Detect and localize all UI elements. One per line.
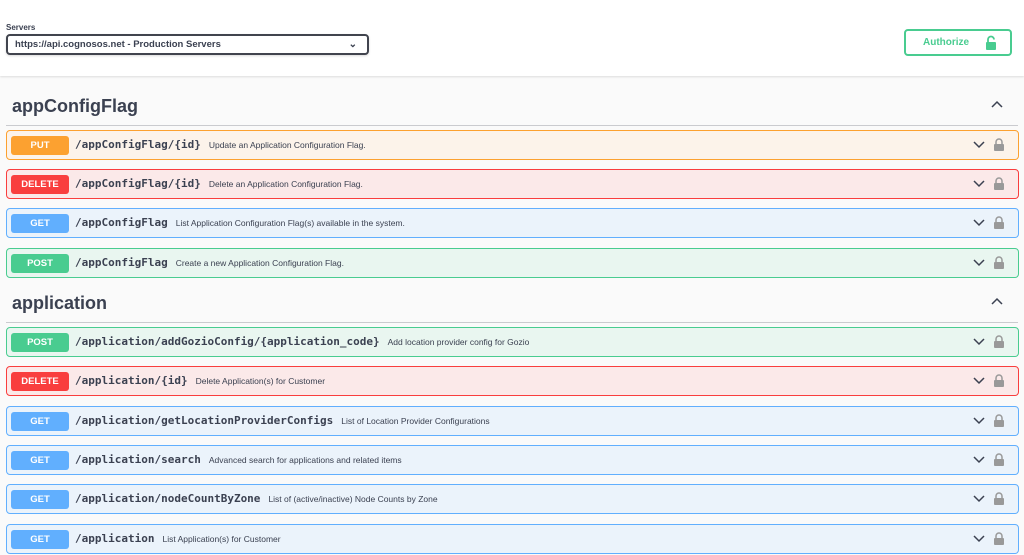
servers-label: Servers [6, 23, 36, 32]
operation-summary: List of Location Provider Configurations [341, 416, 490, 426]
method-badge: DELETE [11, 372, 69, 391]
lock-icon[interactable] [993, 335, 1005, 349]
method-badge: GET [11, 214, 69, 233]
lock-icon[interactable] [993, 414, 1005, 428]
operation-summary: Delete an Application Configuration Flag… [208, 179, 363, 189]
chevron-down-icon[interactable] [972, 218, 986, 228]
chevron-down-icon[interactable] [972, 534, 986, 544]
operation-delete-appconfigflag-id[interactable]: DELETE /appConfigFlag/{id} Delete an Appl… [6, 169, 1019, 199]
tag-title: application [12, 293, 108, 313]
chevron-down-icon: ⌄ [348, 39, 357, 50]
lock-icon[interactable] [993, 374, 1005, 388]
operation-path: /appConfigFlag/{id} Update an Application… [75, 138, 366, 151]
server-select[interactable]: https://api.cognosos.net - Production Se… [6, 34, 369, 55]
operation-path: /application/getLocationProviderConfigs L… [75, 414, 490, 427]
tag-appconfigflag[interactable]: appConfigFlag [6, 92, 1018, 126]
servers-bar: Servers https://api.cognosos.net - Produ… [0, 0, 1024, 76]
operation-path: /application/nodeCountByZone List of (act… [75, 492, 438, 505]
operation-post-addgozioconfig[interactable]: POST /application/addGozioConfig/{applic… [6, 327, 1019, 357]
lock-icon[interactable] [993, 256, 1005, 270]
chevron-down-icon[interactable] [972, 258, 986, 268]
operation-summary: Delete Application(s) for Customer [195, 376, 326, 386]
operation-get-appconfigflag[interactable]: GET /appConfigFlag List Application Confi… [6, 208, 1019, 238]
operation-get-application[interactable]: GET /application List Application(s) for … [6, 524, 1019, 554]
operation-summary: Advanced search for applications and rel… [208, 455, 402, 465]
chevron-down-icon[interactable] [972, 140, 986, 150]
unlock-icon [986, 35, 996, 50]
tag-title: appConfigFlag [12, 96, 138, 116]
chevron-down-icon[interactable] [972, 494, 986, 504]
method-badge: POST [11, 333, 69, 352]
operation-get-locationproviderconfigs[interactable]: GET /application/getLocationProviderConf… [6, 406, 1019, 436]
operation-summary: Create a new Application Configuration F… [175, 258, 344, 268]
method-badge: GET [11, 451, 69, 470]
method-badge: DELETE [11, 175, 69, 194]
lock-icon[interactable] [993, 216, 1005, 230]
method-badge: POST [11, 254, 69, 273]
operation-delete-application-id[interactable]: DELETE /application/{id} Delete Applicati… [6, 366, 1019, 396]
tag-application[interactable]: application [6, 289, 1018, 323]
method-badge: GET [11, 490, 69, 509]
chevron-down-icon[interactable] [972, 455, 986, 465]
operation-summary: List Application(s) for Customer [162, 534, 281, 544]
lock-icon[interactable] [993, 138, 1005, 152]
operation-get-nodecountbyzone[interactable]: GET /application/nodeCountByZone List of … [6, 484, 1019, 514]
method-badge: GET [11, 530, 69, 549]
operation-path: /appConfigFlag List Application Configura… [75, 216, 405, 229]
chevron-down-icon[interactable] [972, 376, 986, 386]
operation-path: /application/{id} Delete Application(s) f… [75, 374, 326, 387]
chevron-down-icon[interactable] [972, 337, 986, 347]
operation-summary: List Application Configuration Flag(s) a… [175, 218, 405, 228]
operation-summary: List of (active/inactive) Node Counts by… [268, 494, 438, 504]
lock-icon[interactable] [993, 532, 1005, 546]
authorize-button[interactable]: Authorize [904, 29, 1012, 56]
chevron-up-icon[interactable] [990, 296, 1004, 306]
operation-summary: Add location provider config for Gozio [387, 337, 530, 347]
lock-icon[interactable] [993, 177, 1005, 191]
operation-post-appconfigflag[interactable]: POST /appConfigFlag Create a new Applicat… [6, 248, 1019, 278]
chevron-down-icon[interactable] [972, 179, 986, 189]
authorize-label: Authorize [923, 37, 970, 48]
chevron-up-icon[interactable] [990, 99, 1004, 109]
operation-path: /appConfigFlag/{id} Delete an Application… [75, 177, 363, 190]
operation-summary: Update an Application Configuration Flag… [208, 140, 366, 150]
lock-icon[interactable] [993, 453, 1005, 467]
operation-path: /appConfigFlag Create a new Application C… [75, 256, 344, 269]
method-badge: PUT [11, 136, 69, 155]
operation-path: /application/search Advanced search for a… [75, 453, 402, 466]
operation-path: /application List Application(s) for Cust… [75, 532, 281, 545]
method-badge: GET [11, 412, 69, 431]
operation-path: /application/addGozioConfig/{application… [75, 335, 530, 348]
operation-put-appconfigflag-id[interactable]: PUT /appConfigFlag/{id} Update an Applica… [6, 130, 1019, 160]
operation-get-application-search[interactable]: GET /application/search Advanced search f… [6, 445, 1019, 475]
server-select-value: https://api.cognosos.net - Production Se… [15, 39, 221, 50]
chevron-down-icon[interactable] [972, 416, 986, 426]
lock-icon[interactable] [993, 492, 1005, 506]
